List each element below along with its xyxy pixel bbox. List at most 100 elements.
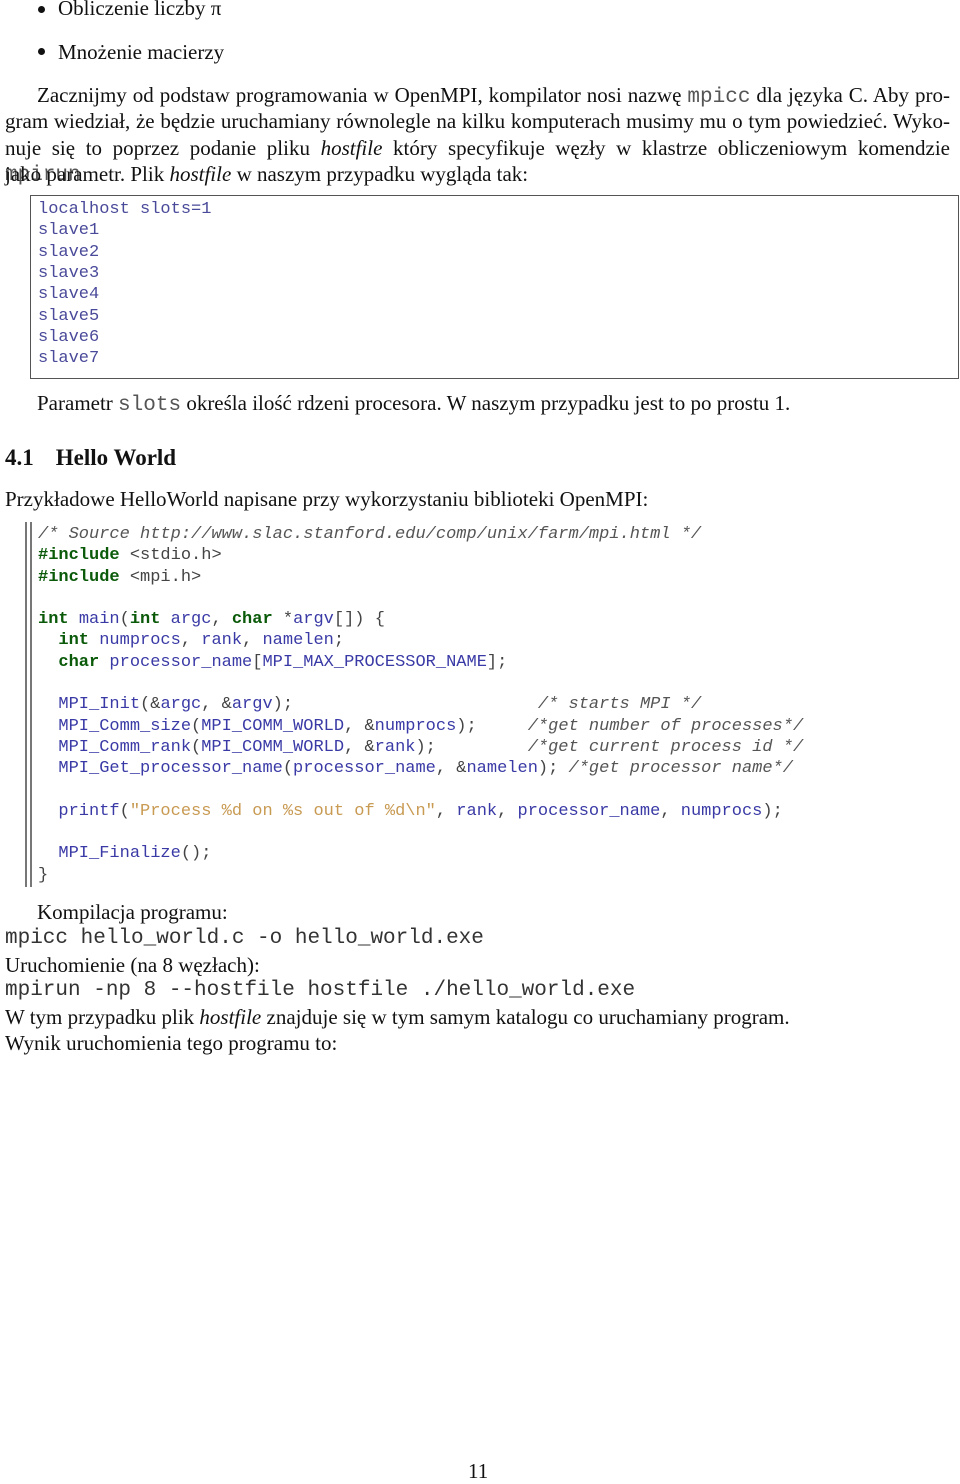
code-line: /* Source http://www.slac.stanford.edu/c… xyxy=(38,524,803,545)
code-identifier: argc xyxy=(160,695,202,715)
code-keyword: char xyxy=(231,610,273,630)
code-line: int numprocs, rank, namelen; xyxy=(38,630,803,651)
code-identifier: rank xyxy=(374,737,416,757)
inline-code: mpicc xyxy=(687,86,751,109)
code-keyword: char xyxy=(58,652,100,672)
code-frame-line xyxy=(25,522,27,887)
code-comment: /*get processor name*/ xyxy=(568,759,793,779)
section-heading: 4.1 Hello World xyxy=(5,445,176,471)
text-run: Zacznijmy od podstaw programowania w Ope… xyxy=(37,83,688,107)
code-line: #include <stdio.h> xyxy=(38,545,803,566)
code-punctuation: <mpi.h> xyxy=(119,567,202,587)
code-string: "Process %d on %s out of %d\n" xyxy=(129,801,436,821)
code-frame-line xyxy=(30,522,32,887)
code-punctuation: } xyxy=(38,865,49,885)
code-line: MPI_Finalize(); xyxy=(38,843,803,864)
text-run: jako parametr. Plik xyxy=(5,161,170,186)
code-comment: /* Source http://www.slac.stanford.edu/c… xyxy=(38,525,702,544)
code-punctuation: * xyxy=(272,610,294,630)
italic-term: hostfile xyxy=(320,135,383,160)
bullet-icon xyxy=(38,6,45,13)
code-punctuation xyxy=(38,717,58,736)
code-identifier: namelen xyxy=(262,631,334,651)
code-identifier: MPI_MAX_PROCESSOR_NAME xyxy=(262,652,487,672)
code-identifier: MPI_Init xyxy=(58,695,141,715)
code-identifier: numprocs xyxy=(680,801,763,821)
code-punctuation: ( xyxy=(282,759,294,779)
code-punctuation xyxy=(38,738,58,757)
paragraph-line: Zacznijmy od podstaw programowania w Ope… xyxy=(37,83,950,109)
text-run: Parametr xyxy=(37,391,119,415)
section-number: 4.1 xyxy=(5,445,34,470)
compile-command: mpicc hello_world.c -o hello_world.exe xyxy=(5,927,484,950)
code-line: } xyxy=(38,865,803,886)
italic-term: hostfile xyxy=(199,1005,262,1029)
text-run: który specyfikuje węzły w klastrze oblic… xyxy=(382,135,951,160)
slots-note: Parametr slots określa ilość rdzeni proc… xyxy=(37,391,790,417)
code-line: MPI_Init(&argc, &argv); /* starts MPI */ xyxy=(38,694,803,715)
code-punctuation: (); xyxy=(180,844,212,864)
code-identifier: numprocs xyxy=(374,716,457,736)
code-punctuation xyxy=(38,631,58,650)
bullet-icon xyxy=(38,48,45,55)
text-run: W tym przypadku plik xyxy=(5,1005,200,1029)
hostfile-line: slave4 xyxy=(38,285,100,305)
italic-term: hostfile xyxy=(169,161,232,186)
code-punctuation xyxy=(160,610,170,629)
code-line: MPI_Comm_rank(MPI_COMM_WORLD, &rank); /*… xyxy=(38,737,803,758)
code-line: #include <mpi.h> xyxy=(38,567,803,588)
code-identifier: printf xyxy=(58,801,120,821)
bullet-item: Mnożenie macierzy xyxy=(58,40,225,64)
code-identifier: argc xyxy=(170,610,212,630)
text-run: określa ilość rdzeni procesora. W naszym… xyxy=(181,391,791,415)
code-punctuation: ( xyxy=(119,610,130,630)
code-comment: /*get current process id */ xyxy=(527,737,804,757)
run-command: mpirun -np 8 --hostfile hostfile ./hello… xyxy=(5,979,636,1002)
paragraph-line: gram wiedział, że będzie uruchamiany rów… xyxy=(5,109,950,134)
code-identifier: MPI_Finalize xyxy=(58,844,181,864)
code-punctuation xyxy=(89,631,99,650)
code-punctuation xyxy=(69,610,79,629)
hostfile-line: slave5 xyxy=(38,306,100,326)
code-line: printf("Process %d on %s out of %d\n", r… xyxy=(38,801,803,822)
code-identifier: MPI_COMM_WORLD xyxy=(201,737,345,757)
code-keyword: #include xyxy=(38,567,120,587)
code-punctuation: ]; xyxy=(486,652,508,672)
hostfile-line: localhost slots=1 xyxy=(38,200,212,219)
hostfile-line: slave3 xyxy=(38,263,100,283)
code-identifier: argv xyxy=(293,610,334,630)
code-comment: /* starts MPI */ xyxy=(537,695,702,715)
code-identifier: rank xyxy=(456,801,498,821)
code-punctuation: ( xyxy=(191,737,202,757)
code-identifier: numprocs xyxy=(99,631,181,651)
code-punctuation: , xyxy=(660,801,681,821)
section-intro: Przykładowe HelloWorld napisane przy wyk… xyxy=(5,487,649,511)
code-identifier: MPI_Get_processor_name xyxy=(58,759,283,779)
code-punctuation: , & xyxy=(344,737,375,757)
hostfile-line: slave1 xyxy=(38,221,100,241)
result-label: Wynik uruchomienia tego programu to: xyxy=(5,1031,338,1055)
code-listing: /* Source http://www.slac.stanford.edu/c… xyxy=(38,524,803,886)
code-keyword: int xyxy=(129,610,161,630)
code-punctuation: , xyxy=(211,610,232,630)
text-run: znajduje się w tym samym katalogu co uru… xyxy=(261,1005,790,1029)
code-keyword: #include xyxy=(38,546,120,566)
code-comment: /*get number of processes*/ xyxy=(527,716,804,736)
code-identifier: rank xyxy=(201,631,243,651)
code-punctuation: , & xyxy=(344,716,375,736)
code-punctuation: []) { xyxy=(333,610,385,630)
code-identifier: processor_name xyxy=(109,652,253,672)
hostfile-line: slave2 xyxy=(38,242,100,262)
paragraph-line: jako parametr. Plik hostfile w naszym pr… xyxy=(5,162,528,187)
code-punctuation: , xyxy=(435,801,457,821)
code-punctuation: , xyxy=(242,631,263,651)
text-run: w naszym przypadku wygląda tak: xyxy=(231,161,529,186)
code-punctuation: , & xyxy=(201,695,232,715)
code-identifier: processor_name xyxy=(293,759,436,779)
code-punctuation xyxy=(99,653,109,672)
code-line: MPI_Comm_size(MPI_COMM_WORLD, &numprocs)… xyxy=(38,716,803,737)
